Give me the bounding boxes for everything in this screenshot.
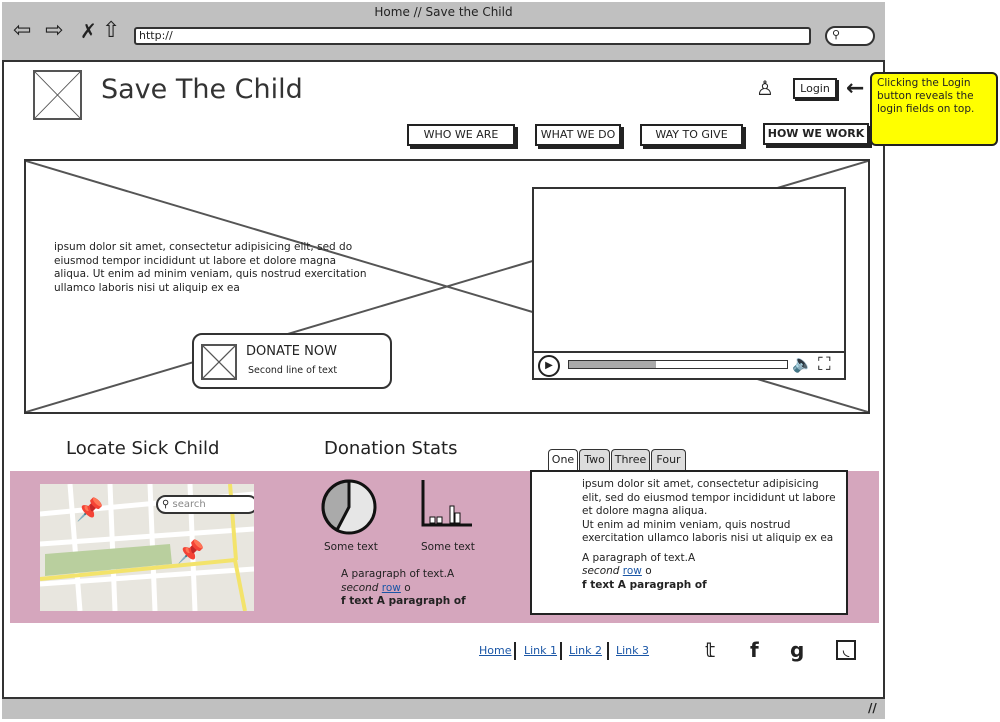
- donate-subtitle: Second line of text: [248, 365, 338, 376]
- resize-grip-icon[interactable]: //: [868, 701, 877, 715]
- tab-panel: ipsum dolor sit amet, consectetur adipis…: [530, 470, 848, 615]
- divider: [514, 642, 516, 660]
- row-link[interactable]: row: [382, 582, 401, 594]
- video-player[interactable]: ▶ 🔈 ⛶: [532, 187, 846, 380]
- tab-three[interactable]: Three: [611, 449, 650, 471]
- pie-chart-icon: [321, 479, 377, 535]
- browser-statusbar: [2, 697, 885, 719]
- user-icon[interactable]: ♙: [756, 76, 774, 100]
- pie-caption: Some text: [324, 541, 378, 553]
- nav-what-we-do[interactable]: WHAT WE DO: [535, 124, 621, 146]
- map-pin-icon[interactable]: 📌: [76, 498, 103, 523]
- login-button[interactable]: Login: [793, 78, 837, 99]
- divider: [560, 642, 562, 660]
- bar-chart-icon: [421, 480, 472, 527]
- donate-image-placeholder: [201, 344, 237, 380]
- tab-four[interactable]: Four: [651, 449, 686, 471]
- fullscreen-icon[interactable]: ⛶: [818, 354, 831, 375]
- nav-who-we-are[interactable]: WHO WE ARE: [407, 124, 515, 146]
- map-pin-icon[interactable]: 📌: [177, 540, 204, 565]
- donate-title: DONATE NOW: [246, 344, 337, 359]
- footer-link-home[interactable]: Home: [479, 644, 511, 657]
- search-icon: ⚲: [162, 499, 173, 510]
- annotation-note: Clicking the Login button reveals the lo…: [870, 72, 998, 146]
- stop-x-icon[interactable]: ✗: [80, 18, 97, 44]
- divider: [607, 642, 609, 660]
- logo-placeholder: [33, 70, 82, 120]
- video-progress-bar[interactable]: [568, 360, 788, 369]
- tab-paragraph-line3: f text A paragraph of: [582, 578, 707, 591]
- tab-two[interactable]: Two: [579, 449, 610, 471]
- map[interactable]: 📌 📌 ⚲ search: [40, 484, 254, 611]
- browser-search-input[interactable]: ⚲: [825, 26, 875, 46]
- play-icon[interactable]: ▶: [538, 355, 560, 377]
- hero-text: ipsum dolor sit amet, consectetur adipis…: [54, 241, 367, 294]
- donate-now-button[interactable]: DONATE NOW Second line of text: [192, 333, 392, 389]
- stats-heading: Donation Stats: [324, 438, 458, 459]
- arrow-left-icon: ←: [846, 76, 865, 101]
- tab-content-text-2: Ut enim ad minim veniam, quis nostrud ex…: [582, 518, 834, 545]
- facebook-icon[interactable]: f: [750, 638, 759, 662]
- forward-arrow-icon[interactable]: ⇨: [45, 18, 63, 44]
- url-input[interactable]: http://: [134, 27, 811, 45]
- site-title: Save The Child: [101, 74, 303, 105]
- map-search-placeholder: search: [172, 499, 206, 510]
- rss-icon[interactable]: ◟: [836, 640, 856, 660]
- twitter-icon[interactable]: 𝕥: [705, 638, 715, 662]
- window-title: Home // Save the Child: [374, 5, 513, 19]
- google-icon[interactable]: g: [790, 638, 804, 662]
- nav-how-we-work[interactable]: HOW WE WORK: [763, 123, 869, 145]
- volume-icon[interactable]: 🔈: [792, 354, 813, 374]
- nav-way-to-give[interactable]: WAY TO GIVE: [640, 124, 743, 146]
- footer-link-1[interactable]: Link 1: [524, 644, 557, 657]
- row-link[interactable]: row: [623, 565, 642, 577]
- tab-one[interactable]: One: [548, 449, 578, 471]
- tab-paragraph: A paragraph of text.A second row of text …: [582, 551, 707, 591]
- locate-heading: Locate Sick Child: [66, 438, 220, 459]
- search-icon: ⚲: [832, 28, 841, 41]
- map-search-input[interactable]: ⚲ search: [156, 495, 254, 514]
- home-icon[interactable]: ⇧: [102, 18, 120, 44]
- stats-paragraph-line3: f text A paragraph of: [341, 595, 466, 607]
- stats-paragraph: A paragraph of text.A second row of text…: [341, 568, 466, 607]
- tab-content-text: ipsum dolor sit amet, consectetur adipis…: [582, 478, 836, 517]
- bar-caption: Some text: [421, 541, 475, 553]
- back-arrow-icon[interactable]: ⇦: [13, 18, 31, 44]
- footer-link-3[interactable]: Link 3: [616, 644, 649, 657]
- footer-link-2[interactable]: Link 2: [569, 644, 602, 657]
